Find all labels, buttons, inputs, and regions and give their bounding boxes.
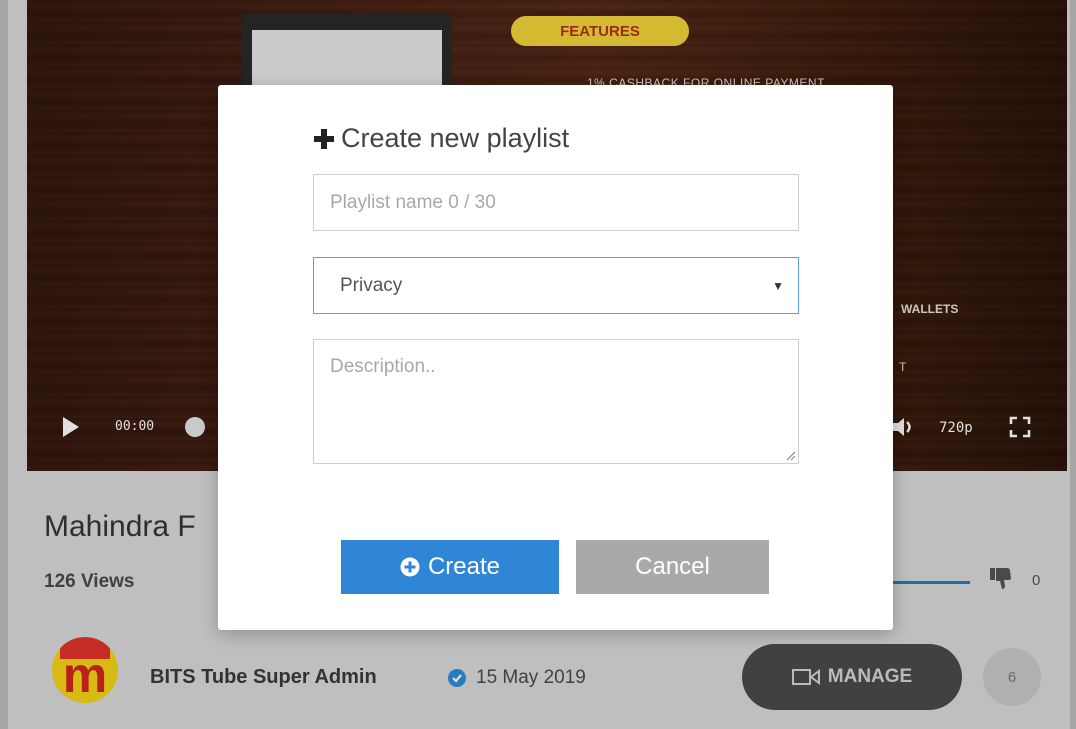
cancel-button[interactable]: Cancel xyxy=(576,540,769,594)
playlist-name-input[interactable] xyxy=(313,174,799,231)
privacy-select[interactable]: Privacy ▼ xyxy=(313,257,799,314)
chevron-down-icon: ▼ xyxy=(772,278,784,293)
privacy-selected-value: Privacy xyxy=(340,274,403,296)
modal-title: Create new playlist xyxy=(313,123,569,154)
create-button[interactable]: Create xyxy=(341,540,559,594)
plus-icon xyxy=(314,128,334,149)
resize-grip-icon[interactable] xyxy=(784,449,796,461)
description-textarea[interactable] xyxy=(313,339,799,464)
modal-title-text: Create new playlist xyxy=(341,123,570,153)
create-playlist-modal: Create new playlist Privacy ▼ Create Can… xyxy=(218,85,893,630)
plus-circle-icon xyxy=(400,557,420,577)
create-label: Create xyxy=(427,553,501,580)
